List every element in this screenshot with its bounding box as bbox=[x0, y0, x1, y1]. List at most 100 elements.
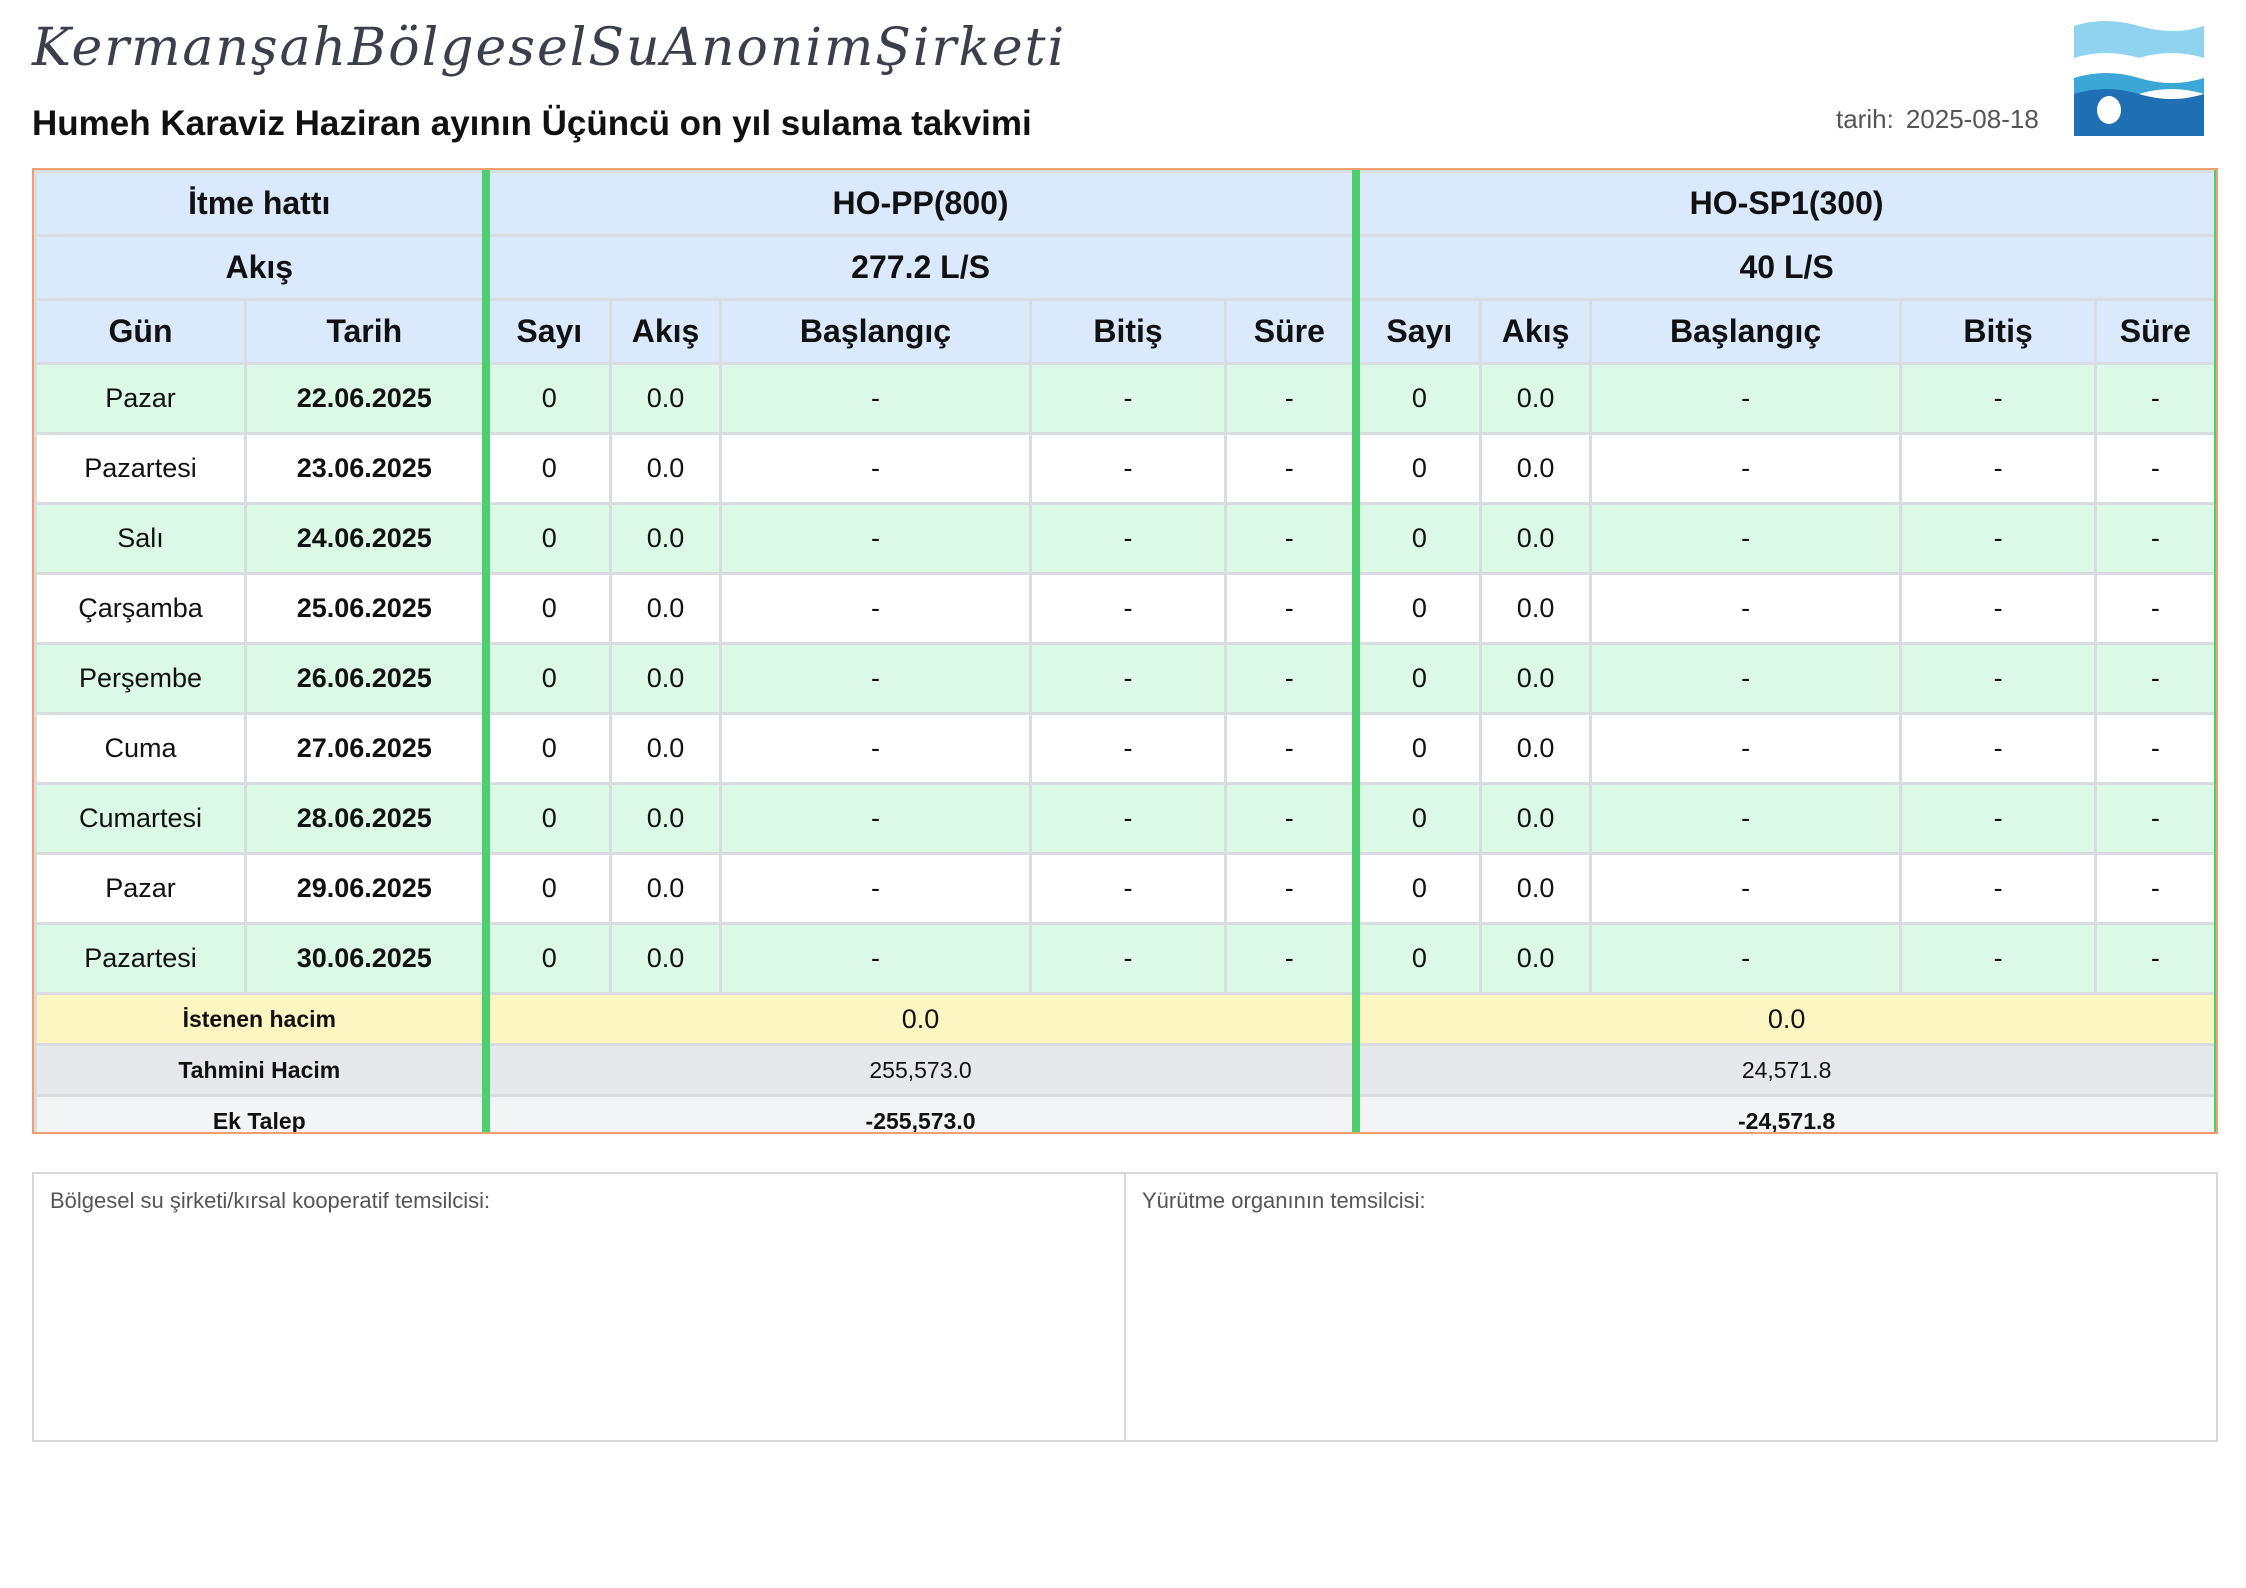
count-cell: 0 bbox=[1351, 852, 1483, 925]
line-name-header: HO-SP1(300) bbox=[1351, 170, 2216, 237]
duration-cell: - bbox=[2094, 432, 2216, 505]
count-cell: 0 bbox=[1351, 642, 1483, 715]
signature-section: Bölgesel su şirketi/kırsal kooperatif te… bbox=[32, 1172, 2218, 1442]
date-cell: 29.06.2025 bbox=[243, 852, 488, 925]
column-header-start: Başlangıç bbox=[719, 298, 1033, 365]
start-cell: - bbox=[1589, 502, 1903, 575]
flow-label-header: Akış bbox=[34, 234, 488, 301]
date-cell: 23.06.2025 bbox=[243, 432, 488, 505]
document-date: tarih: 2025-08-18 bbox=[1836, 104, 2039, 135]
end-cell: - bbox=[1029, 362, 1228, 435]
duration-cell: - bbox=[1224, 572, 1358, 645]
count-cell: 0 bbox=[1351, 572, 1483, 645]
count-cell: 0 bbox=[1351, 922, 1483, 995]
duration-cell: - bbox=[2094, 572, 2216, 645]
flow-cell: 0.0 bbox=[1479, 642, 1593, 715]
duration-cell: - bbox=[1224, 432, 1358, 505]
duration-cell: - bbox=[2094, 852, 2216, 925]
end-cell: - bbox=[1029, 572, 1228, 645]
estimated-volume-value: 24,571.8 bbox=[1351, 1043, 2216, 1097]
flow-cell: 0.0 bbox=[1479, 712, 1593, 785]
table-row: Pazartesi 23.06.2025 0 0.0 - - - 0 0.0 -… bbox=[34, 432, 2216, 505]
column-header-flow: Akış bbox=[1479, 298, 1593, 365]
day-cell: Salı bbox=[34, 502, 247, 575]
date-value: 2025-08-18 bbox=[1905, 104, 2039, 134]
count-cell: 0 bbox=[1351, 712, 1483, 785]
start-cell: - bbox=[1589, 642, 1903, 715]
end-cell: - bbox=[1899, 642, 2098, 715]
flow-cell: 0.0 bbox=[609, 642, 723, 715]
start-cell: - bbox=[719, 502, 1033, 575]
estimated-volume-row: Tahmini Hacim 255,573.0 24,571.8 bbox=[34, 1043, 2216, 1097]
line-label-header: İtme hattı bbox=[34, 170, 488, 237]
day-cell: Perşembe bbox=[34, 642, 247, 715]
end-cell: - bbox=[1899, 852, 2098, 925]
start-cell: - bbox=[719, 922, 1033, 995]
flow-cell: 0.0 bbox=[609, 362, 723, 435]
end-cell: - bbox=[1029, 852, 1228, 925]
end-cell: - bbox=[1029, 642, 1228, 715]
flow-cell: 0.0 bbox=[1479, 782, 1593, 855]
day-cell: Çarşamba bbox=[34, 572, 247, 645]
column-header-end: Bitiş bbox=[1029, 298, 1228, 365]
end-cell: - bbox=[1029, 782, 1228, 855]
flow-cell: 0.0 bbox=[609, 712, 723, 785]
start-cell: - bbox=[1589, 362, 1903, 435]
header-row-line: İtme hattı HO-PP(800) HO-SP1(300) bbox=[34, 170, 2216, 237]
date-cell: 28.06.2025 bbox=[243, 782, 488, 855]
estimated-volume-label: Tahmini Hacim bbox=[34, 1043, 488, 1097]
line-flow-header: 40 L/S bbox=[1351, 234, 2216, 301]
count-cell: 0 bbox=[481, 502, 613, 575]
flow-cell: 0.0 bbox=[1479, 852, 1593, 925]
start-cell: - bbox=[719, 712, 1033, 785]
day-cell: Pazar bbox=[34, 362, 247, 435]
extra-demand-value: -255,573.0 bbox=[481, 1094, 1358, 1132]
date-cell: 24.06.2025 bbox=[243, 502, 488, 575]
duration-cell: - bbox=[1224, 502, 1358, 575]
count-cell: 0 bbox=[481, 782, 613, 855]
duration-cell: - bbox=[2094, 642, 2216, 715]
extra-demand-label: Ek Talep bbox=[34, 1094, 488, 1132]
day-cell: Cumartesi bbox=[34, 782, 247, 855]
end-cell: - bbox=[1029, 922, 1228, 995]
count-cell: 0 bbox=[481, 922, 613, 995]
extra-demand-value: -24,571.8 bbox=[1351, 1094, 2216, 1132]
table-row: Pazar 29.06.2025 0 0.0 - - - 0 0.0 - - - bbox=[34, 852, 2216, 925]
signature-label-company: Bölgesel su şirketi/kırsal kooperatif te… bbox=[50, 1188, 491, 1213]
end-cell: - bbox=[1899, 782, 2098, 855]
flow-cell: 0.0 bbox=[609, 922, 723, 995]
start-cell: - bbox=[719, 572, 1033, 645]
date-cell: 25.06.2025 bbox=[243, 572, 488, 645]
end-cell: - bbox=[1899, 432, 2098, 505]
flow-cell: 0.0 bbox=[609, 572, 723, 645]
duration-cell: - bbox=[1224, 922, 1358, 995]
count-cell: 0 bbox=[1351, 782, 1483, 855]
start-cell: - bbox=[1589, 712, 1903, 785]
table-row: Perşembe 26.06.2025 0 0.0 - - - 0 0.0 - … bbox=[34, 642, 2216, 715]
start-cell: - bbox=[719, 642, 1033, 715]
column-header-flow: Akış bbox=[609, 298, 723, 365]
day-cell: Pazar bbox=[34, 852, 247, 925]
flow-cell: 0.0 bbox=[1479, 432, 1593, 505]
column-header-count: Sayı bbox=[481, 298, 613, 365]
duration-cell: - bbox=[1224, 642, 1358, 715]
requested-volume-row: İstenen hacim 0.0 0.0 bbox=[34, 992, 2216, 1046]
day-cell: Cuma bbox=[34, 712, 247, 785]
duration-cell: - bbox=[2094, 502, 2216, 575]
day-cell: Pazartesi bbox=[34, 432, 247, 505]
column-header-day: Gün bbox=[34, 298, 247, 365]
column-header-start: Başlangıç bbox=[1589, 298, 1903, 365]
flow-cell: 0.0 bbox=[609, 782, 723, 855]
line-flow-header: 277.2 L/S bbox=[481, 234, 1358, 301]
table-row: Cumartesi 28.06.2025 0 0.0 - - - 0 0.0 -… bbox=[34, 782, 2216, 855]
flow-cell: 0.0 bbox=[609, 432, 723, 505]
start-cell: - bbox=[719, 852, 1033, 925]
duration-cell: - bbox=[1224, 362, 1358, 435]
flow-cell: 0.0 bbox=[1479, 502, 1593, 575]
signature-box-company: Bölgesel su şirketi/kırsal kooperatif te… bbox=[32, 1172, 1126, 1442]
end-cell: - bbox=[1029, 502, 1228, 575]
irrigation-schedule-table: İtme hattı HO-PP(800) HO-SP1(300) Akış 2… bbox=[32, 168, 2218, 1134]
flow-cell: 0.0 bbox=[1479, 922, 1593, 995]
header-row-flow: Akış 277.2 L/S 40 L/S bbox=[34, 234, 2216, 301]
table-row: Salı 24.06.2025 0 0.0 - - - 0 0.0 - - - bbox=[34, 502, 2216, 575]
